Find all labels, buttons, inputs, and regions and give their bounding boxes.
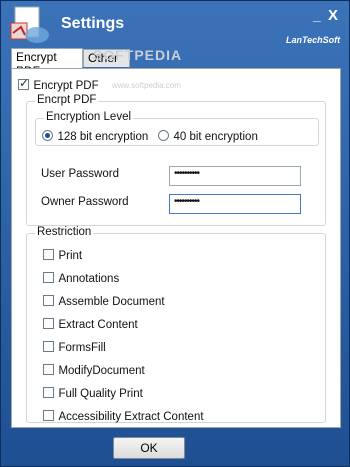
app-icon	[10, 6, 49, 43]
assemble-document-checkbox[interactable]	[43, 295, 54, 307]
restriction-extract-content[interactable]: Extract Content	[43, 315, 138, 333]
accessibility-extract-content-checkbox[interactable]	[43, 410, 54, 422]
encrypt-pdf-panel: www.softpedia.com Encrypt PDF Encrpt PDF…	[11, 68, 341, 428]
restriction-formsfill[interactable]: FormsFill	[43, 338, 106, 356]
settings-window: Settings _ X LanTechSoft Encrypt PDF Oth…	[0, 0, 350, 467]
brand-logo: LanTechSoft	[286, 35, 341, 45]
annotations-checkbox[interactable]	[43, 272, 54, 284]
extract-content-checkbox[interactable]	[43, 318, 54, 330]
restriction-legend: Restriction	[35, 226, 94, 238]
restriction-print[interactable]: Print	[43, 246, 82, 264]
ok-button[interactable]: OK	[113, 437, 185, 459]
radio-40bit-button[interactable]	[158, 130, 169, 142]
restriction-accessibility-extract-content[interactable]: Accessibility Extract Content	[43, 407, 204, 425]
radio-128bit[interactable]: 128 bit encryption	[42, 127, 148, 145]
radio-128bit-button[interactable]	[42, 130, 53, 142]
user-password-label: User Password	[41, 168, 119, 180]
accessibility-extract-content-label: Accessibility Extract Content	[58, 411, 204, 423]
encrypt-pdf-checkbox[interactable]	[18, 76, 29, 91]
restriction-modify-document[interactable]: ModifyDocument	[43, 361, 145, 379]
restriction-assemble-document[interactable]: Assemble Document	[43, 292, 165, 310]
encrypt-group: Encrpt PDF Encryption Level 128 bit encr…	[26, 94, 326, 226]
owner-password-field[interactable]: ••••••••••	[169, 194, 301, 214]
print-label: Print	[58, 250, 83, 262]
encrypt-pdf-label: Encrypt PDF	[33, 80, 99, 92]
annotations-label: Annotations	[58, 273, 120, 285]
modify-document-checkbox[interactable]	[43, 364, 54, 376]
radio-128bit-label: 128 bit encryption	[57, 131, 149, 143]
formsfill-label: FormsFill	[58, 342, 106, 354]
minimize-button[interactable]: _	[313, 7, 321, 23]
user-password-field[interactable]: ••••••••••	[169, 166, 301, 186]
assemble-document-label: Assemble Document	[58, 296, 165, 308]
restriction-annotations[interactable]: Annotations	[43, 269, 119, 287]
encryption-level-group: Encryption Level 128 bit encryption 40 b…	[35, 111, 319, 146]
extract-content-label: Extract Content	[58, 319, 138, 331]
watermark: SOFTPEDIA	[93, 47, 183, 63]
modify-document-label: ModifyDocument	[58, 365, 145, 377]
formsfill-checkbox[interactable]	[43, 341, 54, 353]
tab-encrypt-pdf[interactable]: Encrypt PDF	[11, 48, 83, 78]
full-quality-print-checkbox[interactable]	[43, 387, 54, 399]
print-checkbox[interactable]	[43, 249, 54, 261]
window-title: Settings	[61, 15, 125, 32]
watermark-url: www.softpedia.com	[112, 81, 181, 90]
encrypt-group-legend: Encrpt PDF	[35, 94, 99, 106]
full-quality-print-label: Full Quality Print	[58, 388, 143, 400]
radio-40bit[interactable]: 40 bit encryption	[158, 127, 258, 145]
restriction-group: Restriction Print Annotations Assemble D…	[26, 226, 326, 425]
radio-40bit-label: 40 bit encryption	[173, 131, 258, 143]
restriction-full-quality-print[interactable]: Full Quality Print	[43, 384, 143, 402]
title-bar: Settings _ X LanTechSoft	[1, 1, 349, 45]
encrypt-pdf-toggle[interactable]: Encrypt PDF	[18, 76, 99, 94]
owner-password-label: Owner Password	[41, 196, 129, 208]
close-button[interactable]: X	[328, 7, 338, 24]
encryption-level-legend: Encryption Level	[44, 111, 134, 123]
